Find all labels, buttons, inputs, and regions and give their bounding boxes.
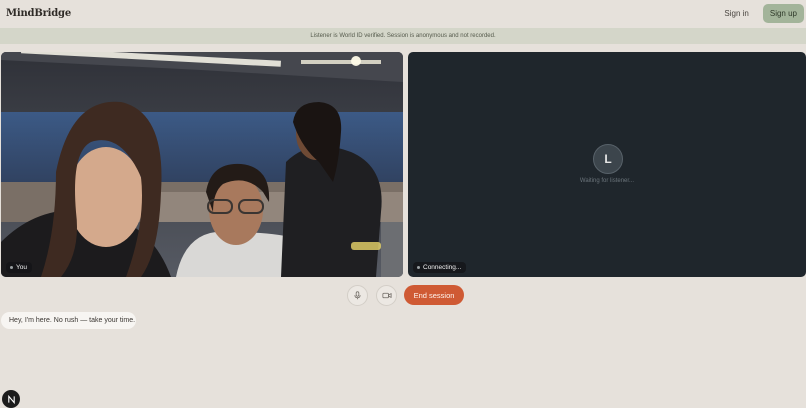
- self-camera-feed: [1, 52, 403, 277]
- end-session-button[interactable]: End session: [404, 285, 464, 305]
- chat-message-text: Hey, I'm here. No rush — take your time.: [9, 317, 136, 324]
- n-logo-icon: [7, 394, 15, 404]
- verification-banner-text: Listener is World ID verified. Session i…: [310, 33, 496, 39]
- auth-actions: Sign in Sign up: [720, 4, 804, 23]
- toggle-camera-button[interactable]: [376, 285, 397, 306]
- listener-avatar: L: [593, 144, 623, 174]
- video-camera-icon: [382, 292, 391, 299]
- listener-avatar-initial: L: [604, 152, 612, 166]
- self-video-label: You: [6, 262, 32, 273]
- mute-microphone-button[interactable]: [347, 285, 368, 306]
- app-page: MindBridge Sign in Sign up Listener is W…: [0, 0, 806, 408]
- remote-video-label: Connecting...: [413, 262, 467, 273]
- self-video-label-text: You: [16, 264, 27, 271]
- top-bar: MindBridge Sign in Sign up: [0, 0, 806, 27]
- listener-status: Waiting for listener...: [579, 178, 635, 184]
- microphone-icon: [354, 291, 361, 300]
- chat-message-bubble: Hey, I'm here. No rush — take your time.: [1, 312, 136, 329]
- n-logo-badge[interactable]: [2, 390, 20, 408]
- verification-banner: Listener is World ID verified. Session i…: [0, 28, 806, 44]
- brand-logo[interactable]: MindBridge: [6, 8, 71, 19]
- sign-in-button[interactable]: Sign in: [720, 5, 752, 22]
- status-dot-icon: [10, 266, 13, 269]
- sign-up-button[interactable]: Sign up: [762, 4, 804, 23]
- self-video-panel: You: [1, 52, 403, 277]
- status-dot-icon: [417, 266, 420, 269]
- remote-video-label-text: Connecting...: [423, 264, 462, 271]
